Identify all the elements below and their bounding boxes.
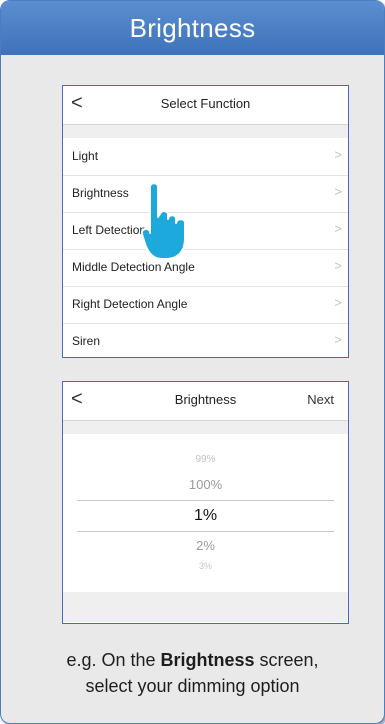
pointing-hand-icon bbox=[141, 182, 186, 260]
chevron-right-icon: > bbox=[334, 295, 342, 310]
next-button[interactable]: Next bbox=[307, 392, 334, 407]
chevron-right-icon: > bbox=[334, 258, 342, 273]
picker-option[interactable]: 100% bbox=[63, 477, 348, 492]
function-item-label: Brightness bbox=[72, 186, 129, 200]
chevron-right-icon: > bbox=[334, 332, 342, 347]
caption-text: e.g. On the bbox=[66, 650, 161, 670]
chevron-right-icon: > bbox=[334, 221, 342, 236]
screen-title: Select Function bbox=[160, 96, 251, 111]
bottom-gap bbox=[63, 592, 348, 622]
function-item-left-detection-angle[interactable]: Left Detection Angle > bbox=[63, 212, 348, 250]
function-item-label: Light bbox=[72, 149, 99, 163]
caption-line-1: e.g. On the Brightness screen, bbox=[1, 648, 384, 673]
section-gap bbox=[63, 125, 348, 138]
picker-option[interactable]: 3% bbox=[63, 561, 348, 571]
banner-title: Brightness bbox=[1, 1, 384, 55]
chevron-right-icon: > bbox=[334, 147, 342, 162]
chevron-right-icon: > bbox=[334, 184, 342, 199]
caption-bold-text: Brightness bbox=[160, 650, 255, 670]
function-item-label: Siren bbox=[72, 334, 101, 348]
selection-line-top bbox=[77, 500, 334, 501]
function-item-siren[interactable]: Siren > bbox=[63, 323, 348, 360]
brightness-picker[interactable]: 99% 100% 1% 2% 3% bbox=[63, 434, 348, 592]
instruction-card: Brightness < Select Function Light > Bri… bbox=[0, 0, 385, 724]
select-function-screen: < Select Function Light > Brightness > L… bbox=[62, 85, 349, 358]
function-item-light[interactable]: Light > bbox=[63, 138, 348, 176]
picker-option[interactable]: 2% bbox=[63, 538, 348, 553]
caption-text: screen, bbox=[254, 650, 319, 670]
function-item-brightness[interactable]: Brightness > bbox=[63, 175, 348, 213]
picker-option-selected[interactable]: 1% bbox=[63, 507, 348, 525]
selection-line-bottom bbox=[77, 531, 334, 532]
function-item-label: Right Detection Angle bbox=[72, 297, 188, 311]
function-item-middle-detection-angle[interactable]: Middle Detection Angle > bbox=[63, 249, 348, 287]
picker-option[interactable]: 99% bbox=[63, 454, 348, 465]
nav-bar: < Select Function bbox=[63, 86, 348, 125]
function-item-right-detection-angle[interactable]: Right Detection Angle > bbox=[63, 286, 348, 324]
screen-title: Brightness bbox=[174, 392, 237, 407]
caption-line-2: select your dimming option bbox=[85, 676, 300, 696]
section-gap bbox=[63, 421, 348, 434]
function-item-label: Middle Detection Angle bbox=[72, 260, 195, 274]
brightness-screen: < Brightness Next 99% 100% 1% 2% 3% bbox=[62, 381, 349, 624]
nav-bar: < Brightness Next bbox=[63, 382, 348, 421]
